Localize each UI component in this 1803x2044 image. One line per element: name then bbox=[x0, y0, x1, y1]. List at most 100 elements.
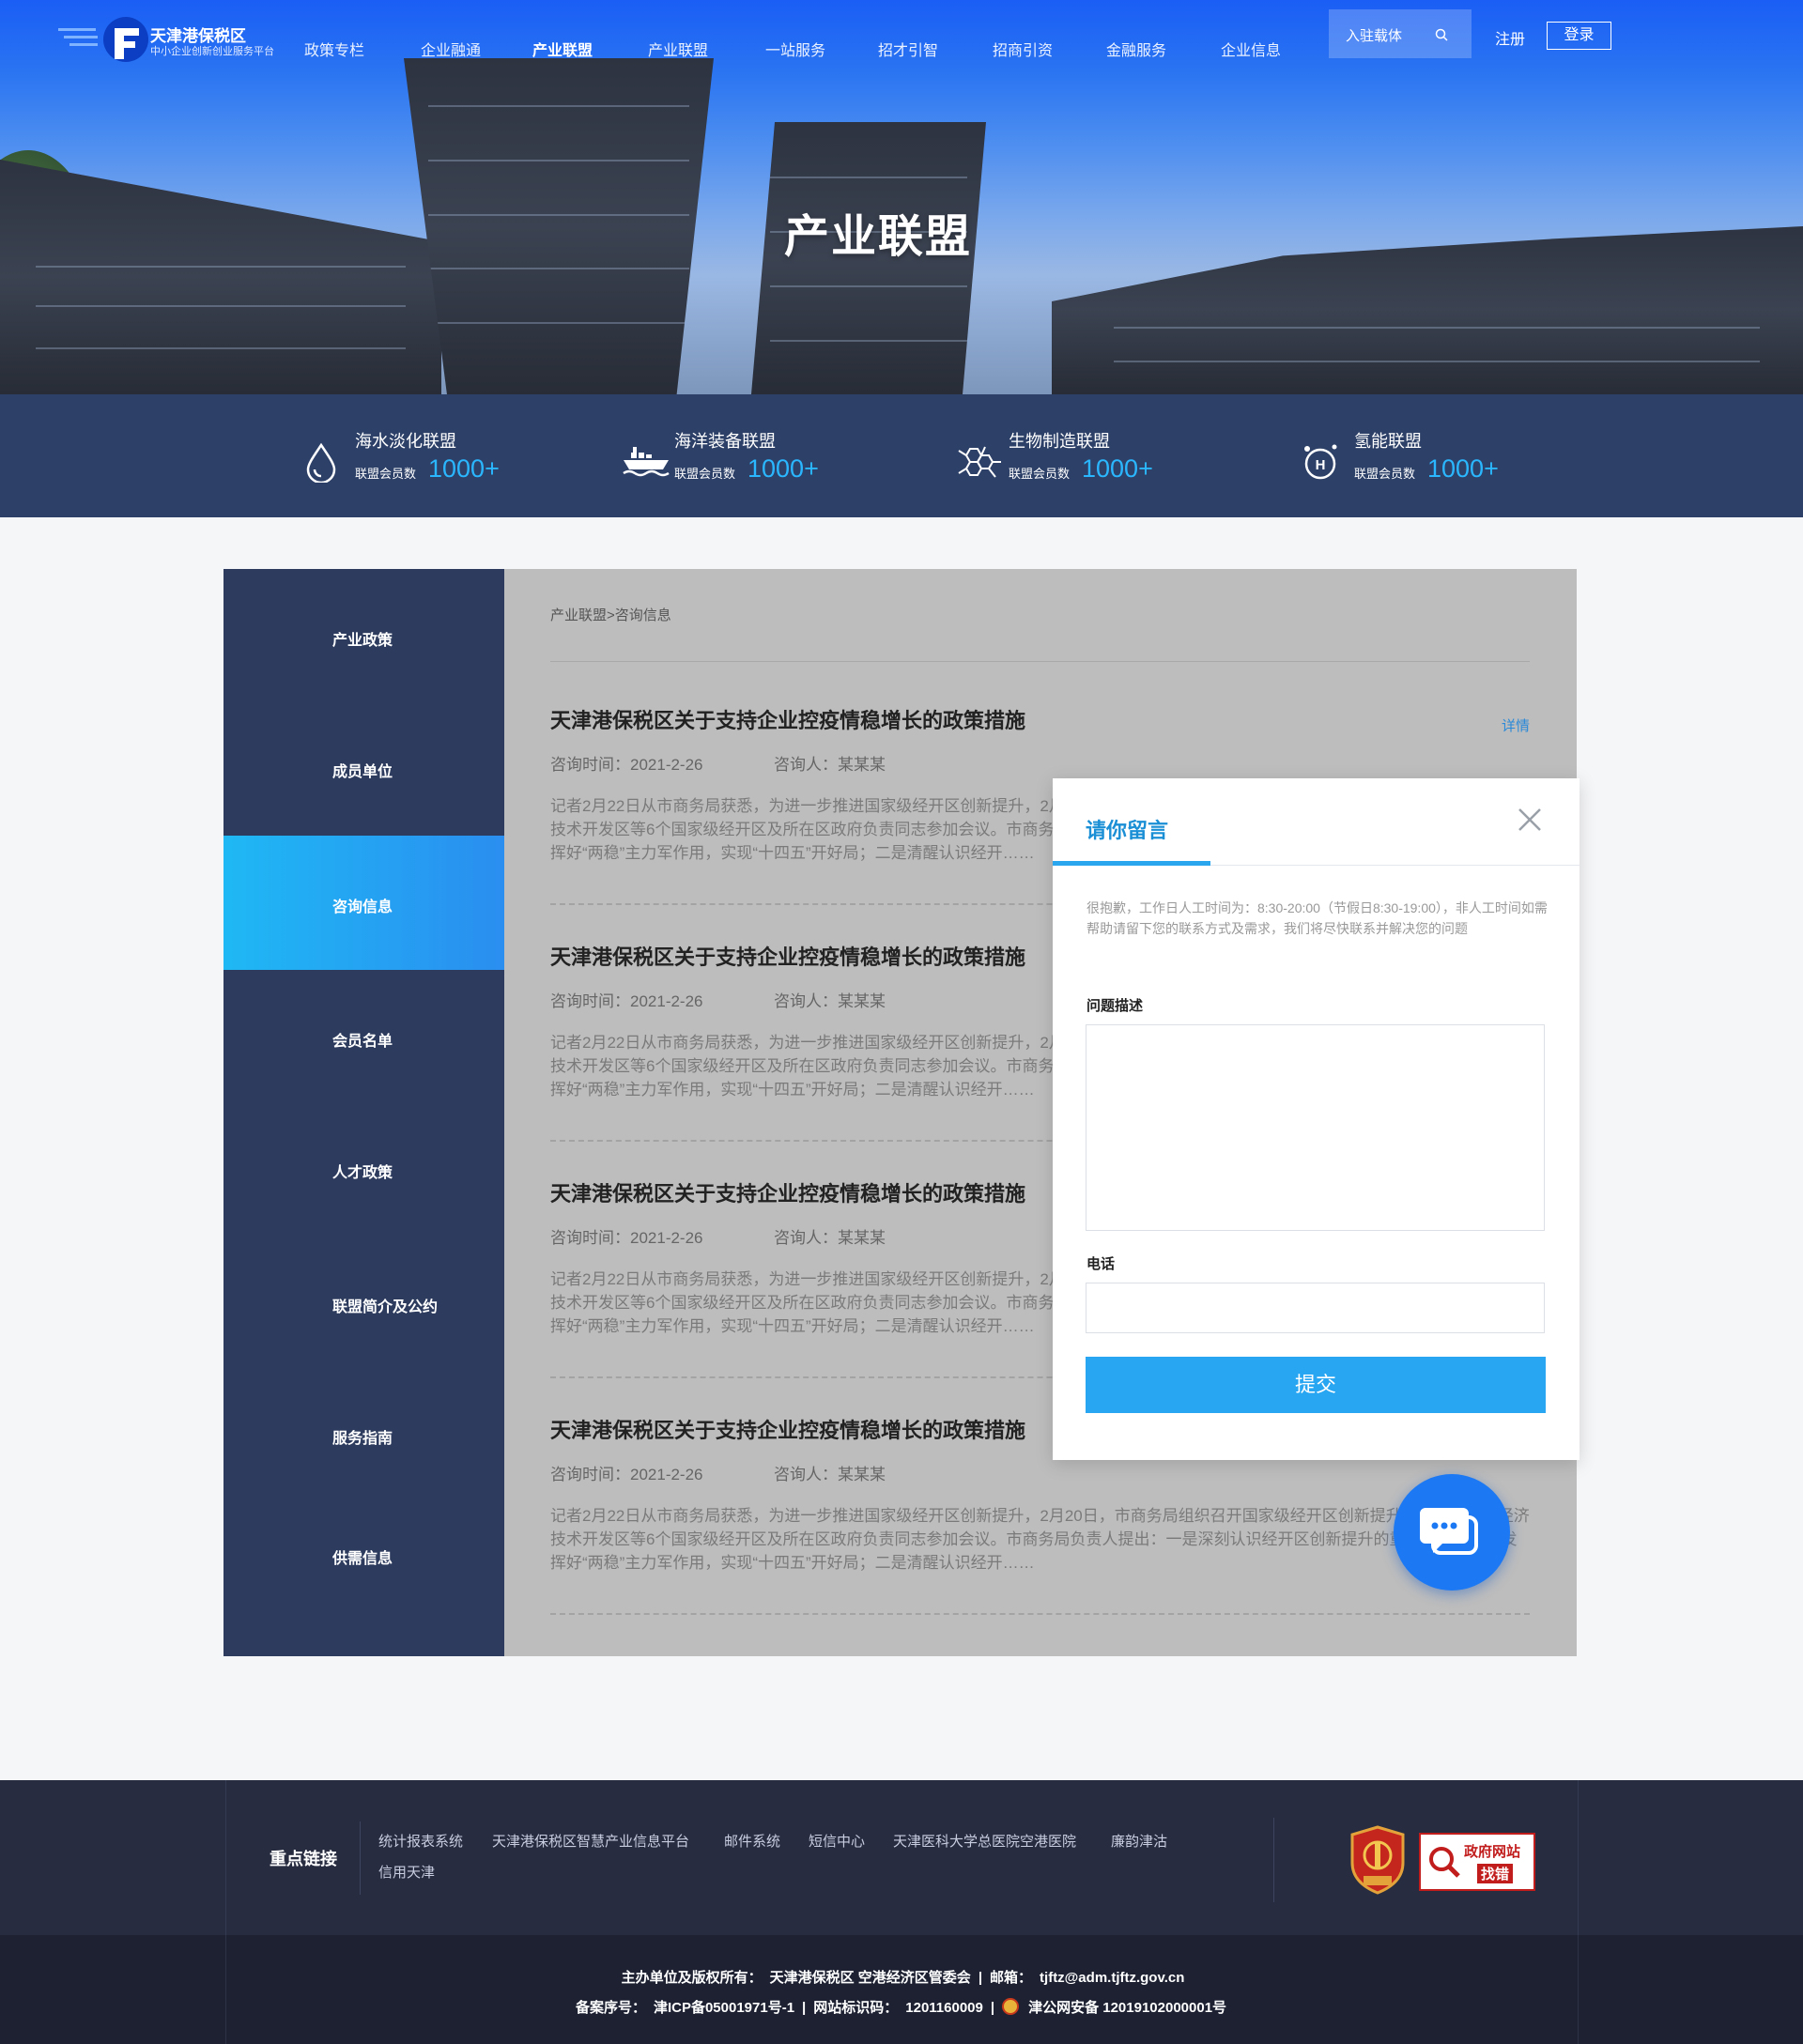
svg-text:H: H bbox=[1316, 457, 1326, 473]
question-textarea[interactable] bbox=[1086, 1024, 1545, 1231]
nav-item-company-info[interactable]: 企业信息 bbox=[1221, 38, 1281, 60]
stat-value: 1000+ bbox=[428, 454, 500, 483]
hero-banner: 天津港保税区 中小企业创新创业服务平台 政策专栏 企业融通 产业联盟 产业联盟 … bbox=[0, 0, 1803, 394]
divider bbox=[360, 1821, 361, 1895]
site-id-value: 1201160009 bbox=[905, 2000, 983, 2016]
register-link[interactable]: 注册 bbox=[1495, 26, 1525, 49]
submit-button[interactable]: 提交 bbox=[1086, 1357, 1546, 1413]
footer-link[interactable]: 统计报表系统 bbox=[378, 1831, 463, 1851]
article-title[interactable]: 天津港保税区关于支持企业控疫情稳增长的政策措施 bbox=[550, 1414, 1025, 1444]
party-government-badge-icon[interactable] bbox=[1348, 1825, 1407, 1895]
footer-link[interactable]: 邮件系统 bbox=[724, 1831, 780, 1851]
stat-value: 1000+ bbox=[1427, 454, 1499, 483]
footer-heading: 重点链接 bbox=[270, 1850, 337, 1868]
footer-link[interactable]: 信用天津 bbox=[378, 1862, 435, 1882]
site-id-label: 网站标识码： bbox=[813, 2000, 899, 2016]
sidebar-item-member-list[interactable]: 会员名单 bbox=[223, 970, 504, 1104]
article-time: 咨询时间：2021-2-26 bbox=[550, 756, 703, 774]
sidebar-item-consulting-active[interactable]: 咨询信息 bbox=[223, 836, 504, 970]
question-label: 问题描述 bbox=[1086, 998, 1144, 1014]
search-icon[interactable] bbox=[1435, 28, 1448, 41]
sidebar-item-label: 联盟简介及公约 bbox=[332, 1299, 439, 1315]
article-person: 咨询人：某某某 bbox=[774, 1466, 886, 1483]
nav-item-finance[interactable]: 金融服务 bbox=[1106, 38, 1166, 60]
page-title: 产业联盟 bbox=[783, 212, 972, 262]
divider bbox=[550, 661, 1530, 662]
nav-item-enterprise[interactable]: 企业融通 bbox=[421, 38, 481, 60]
article-time: 咨询时间：2021-2-26 bbox=[550, 992, 703, 1010]
chat-button[interactable] bbox=[1394, 1474, 1510, 1591]
sidebar-item-label: 会员名单 bbox=[332, 1034, 393, 1050]
sidebar-item-supply-demand[interactable]: 供需信息 bbox=[223, 1487, 504, 1621]
icp-label: 备案序号： bbox=[575, 2000, 646, 2016]
stat-name: 海水淡化联盟 bbox=[355, 432, 456, 451]
brand-subtitle: 中小企业创新创业服务平台 bbox=[150, 46, 274, 57]
molecule-icon bbox=[958, 446, 1001, 478]
sidebar-item-alliance-intro[interactable]: 联盟简介及公约 bbox=[223, 1236, 504, 1370]
badge-subtitle: 找错 bbox=[1477, 1864, 1514, 1883]
service-hours-notice: 很抱歉，工作日人工时间为：8:30-20:00（节假日8:30-19:00），非… bbox=[1086, 900, 1548, 936]
stat-label: 联盟会员数 bbox=[674, 467, 736, 481]
footer-link[interactable]: 天津港保税区智慧产业信息平台 bbox=[492, 1831, 689, 1851]
phone-field[interactable] bbox=[1086, 1283, 1545, 1333]
nav-item-talent[interactable]: 招才引智 bbox=[878, 38, 938, 60]
top-navigation: 天津港保税区 中小企业创新创业服务平台 政策专栏 企业融通 产业联盟 产业联盟 … bbox=[0, 0, 1803, 85]
article-title[interactable]: 天津港保税区关于支持企业控疫情稳增长的政策措施 bbox=[550, 1177, 1025, 1207]
nav-item-alliance[interactable]: 产业联盟 bbox=[648, 38, 708, 60]
separator: | bbox=[990, 2000, 995, 2016]
copyright-line: 主办单位及版权所有： 天津港保税区 空港经济区管委会 | 邮箱： tjftz@adm.t… bbox=[226, 1967, 1580, 1987]
sidebar-item-service-guide[interactable]: 服务指南 bbox=[223, 1367, 504, 1501]
sidebar-item-talent-policy[interactable]: 人才政策 bbox=[223, 1101, 504, 1236]
nav-item-one-stop[interactable]: 一站服务 bbox=[765, 38, 825, 60]
close-icon[interactable] bbox=[1517, 807, 1543, 833]
article-title[interactable]: 天津港保税区关于支持企业控疫情稳增长的政策措施 bbox=[550, 704, 1025, 734]
registration-line: 备案序号： 津ICP备05001971号-1 | 网站标识码： 1201160009 | 津… bbox=[226, 1997, 1580, 2017]
sidebar: 产业政策 成员单位 咨询信息 会员名单 人才政策 联盟简介及公约 服务指南 供需… bbox=[223, 569, 504, 1656]
footer-link[interactable]: 廉韵津沽 bbox=[1111, 1831, 1167, 1851]
nav-item-alliance-active[interactable]: 产业联盟 bbox=[532, 38, 593, 60]
water-drop-icon bbox=[306, 442, 336, 483]
search-box[interactable]: 入驻载体 bbox=[1329, 9, 1472, 58]
article-title[interactable]: 天津港保税区关于支持企业控疫情稳增长的政策措施 bbox=[550, 941, 1025, 971]
separator: | bbox=[802, 2000, 807, 2016]
hydrogen-icon: H bbox=[1304, 444, 1337, 480]
gov-site-error-report-badge[interactable]: 政府网站 找错 bbox=[1419, 1833, 1535, 1891]
alliance-stats-band: 海水淡化联盟 联盟会员数 1000+ 海洋装备联盟 联盟会员数 1000+ 生物… bbox=[0, 394, 1803, 517]
sidebar-item-label: 服务指南 bbox=[332, 1431, 393, 1447]
icp-number[interactable]: 津ICP备05001971号-1 bbox=[654, 2000, 794, 2016]
stat-label: 联盟会员数 bbox=[1354, 467, 1416, 481]
tab-leave-message[interactable]: 请你留言 bbox=[1086, 814, 1168, 844]
stat-name: 生物制造联盟 bbox=[1009, 432, 1110, 451]
article-person: 咨询人：某某某 bbox=[774, 756, 886, 774]
phone-label: 电话 bbox=[1086, 1256, 1116, 1272]
nav-item-policy[interactable]: 政策专栏 bbox=[304, 38, 364, 60]
footer-link[interactable]: 天津医科大学总医院空港医院 bbox=[893, 1831, 1076, 1851]
email-value[interactable]: tjftz@adm.tjftz.gov.cn bbox=[1040, 1970, 1184, 1986]
sidebar-item-industry-policy[interactable]: 产业政策 bbox=[223, 569, 504, 703]
logo-icon bbox=[58, 17, 148, 62]
magnifier-icon bbox=[1429, 1847, 1460, 1878]
divider bbox=[1273, 1818, 1274, 1902]
sidebar-item-label: 成员单位 bbox=[332, 764, 393, 780]
footer-link[interactable]: 短信中心 bbox=[809, 1831, 865, 1851]
search-label: 入驻载体 bbox=[1346, 28, 1403, 44]
sidebar-item-label: 供需信息 bbox=[332, 1551, 393, 1567]
stat-label: 联盟会员数 bbox=[355, 467, 417, 481]
login-button[interactable]: 登录 bbox=[1547, 22, 1611, 50]
message-dialog: 请你留言 很抱歉，工作日人工时间为：8:30-20:00（节假日8:30-19:… bbox=[1053, 778, 1580, 1460]
sidebar-item-label: 人才政策 bbox=[332, 1165, 393, 1181]
divider bbox=[550, 1613, 1530, 1615]
building-image bbox=[0, 160, 441, 394]
details-link[interactable]: 详情 bbox=[1502, 715, 1530, 735]
sidebar-item-members[interactable]: 成员单位 bbox=[223, 700, 504, 835]
article-person: 咨询人：某某某 bbox=[774, 992, 886, 1010]
footer-links: 重点链接 统计报表系统 天津港保税区智慧产业信息平台 邮件系统 短信中心 天津医… bbox=[0, 1780, 1803, 1935]
nav-item-investment[interactable]: 招商引资 bbox=[993, 38, 1053, 60]
footer-copyright: 主办单位及版权所有： 天津港保税区 空港经济区管委会 | 邮箱： tjftz@adm.t… bbox=[0, 1935, 1803, 2044]
article-description: 记者2月22日从市商务局获悉，为进一步推进国家级经开区创新提升，2月20日，市商… bbox=[550, 1507, 1530, 1572]
tab-active-indicator bbox=[1053, 861, 1210, 866]
stat-name: 海洋装备联盟 bbox=[674, 432, 776, 451]
article-time: 咨询时间：2021-2-26 bbox=[550, 1229, 703, 1247]
public-security-record[interactable]: 津公网安备 12019102000001号 bbox=[1028, 2000, 1226, 2016]
stat-name: 氢能联盟 bbox=[1354, 432, 1422, 451]
